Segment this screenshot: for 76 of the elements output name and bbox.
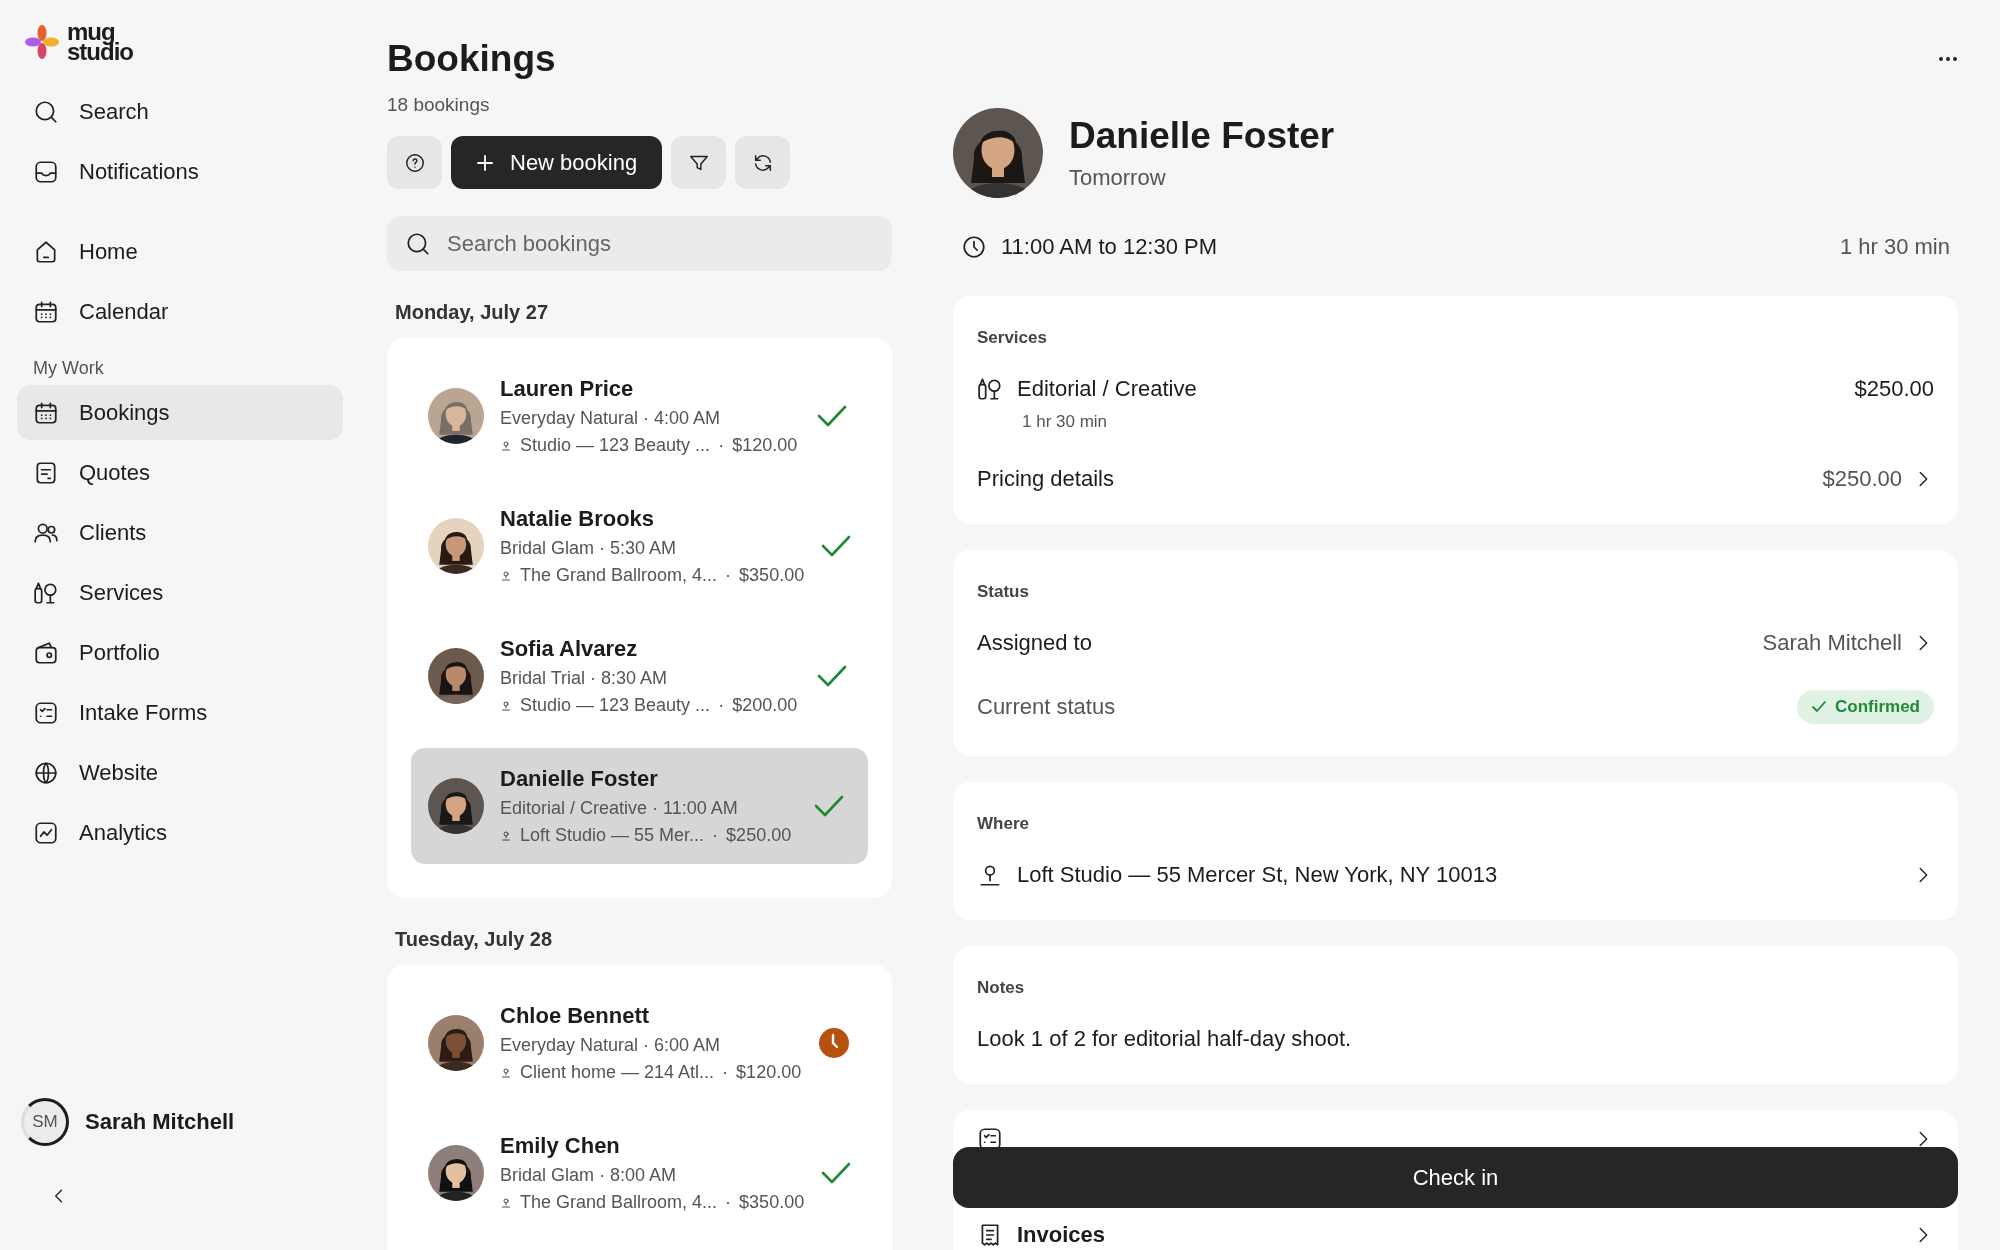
client-name: Natalie Brooks bbox=[500, 506, 656, 532]
invoices-row[interactable]: Invoices bbox=[977, 1222, 1934, 1248]
date-heading: Monday, July 27 bbox=[394, 300, 549, 325]
booking-row[interactable]: Natalie Brooks Bridal Glam · 5:30 AM The Grand Ballroom, 4... · $350.00 bbox=[411, 488, 868, 604]
search-field[interactable]: Search bookings bbox=[387, 216, 892, 271]
price-text: $120.00 bbox=[732, 435, 798, 456]
client-name: Emily Chen bbox=[500, 1133, 621, 1159]
assigned-row[interactable]: Assigned to Sarah Mitchell bbox=[977, 630, 1934, 656]
price-text: $200.00 bbox=[732, 695, 798, 716]
client-name: Lauren Price bbox=[500, 376, 635, 402]
price-text: $120.00 bbox=[736, 1062, 802, 1083]
location-text: Studio — 123 Beauty ... bbox=[520, 435, 711, 456]
service-time: Bridal Trial · 8:30 AM bbox=[500, 668, 669, 689]
price-text: $350.00 bbox=[739, 565, 805, 586]
card-heading: Status bbox=[977, 582, 1030, 602]
service-time: Everyday Natural · 6:00 AM bbox=[500, 1035, 722, 1056]
page-title: Bookings bbox=[387, 38, 557, 80]
separator-dot: · bbox=[722, 1062, 729, 1083]
current-status-label: Current status bbox=[977, 694, 1116, 720]
time-range: 11:00 AM to 12:30 PM bbox=[1001, 234, 1218, 260]
client-name: Danielle Foster bbox=[500, 766, 659, 792]
date-heading: Tuesday, July 28 bbox=[394, 927, 554, 952]
price-text: $350.00 bbox=[739, 1192, 805, 1213]
status-badge: Confirmed bbox=[1797, 690, 1934, 724]
sidebar-item[interactable]: Notifications bbox=[17, 144, 343, 199]
separator-dot: · bbox=[718, 435, 725, 456]
service-time: Everyday Natural · 4:00 AM bbox=[500, 408, 722, 429]
booking-row[interactable]: Chloe Bennett Everyday Natural · 6:00 AM Client home — 214 Atl... · $120.00 bbox=[411, 985, 868, 1101]
service-time: Bridal Glam · 5:30 AM bbox=[500, 538, 678, 559]
location-text: The Grand Ballroom, 4... bbox=[520, 1192, 718, 1213]
sidebar-item[interactable]: Portfolio bbox=[17, 625, 343, 680]
user-name: Sarah Mitchell bbox=[85, 1109, 235, 1135]
separator-dot: · bbox=[725, 1192, 732, 1213]
card-heading: Notes bbox=[977, 978, 1026, 998]
section-label: My Work bbox=[32, 357, 105, 380]
separator-dot: · bbox=[712, 825, 719, 846]
service-time: Bridal Glam · 8:00 AM bbox=[500, 1165, 678, 1186]
sidebar-item[interactable]: Calendar bbox=[17, 284, 343, 339]
location-text: Studio — 123 Beauty ... bbox=[520, 695, 711, 716]
sidebar-item[interactable]: Analytics bbox=[17, 805, 343, 860]
separator-dot: · bbox=[718, 695, 725, 716]
note-text: Look 1 of 2 for editorial half-day shoot. bbox=[977, 1026, 1353, 1052]
duration-text: 1 hr 30 min bbox=[1839, 234, 1950, 260]
sidebar-item[interactable]: Website bbox=[17, 745, 343, 800]
booking-row[interactable]: Danielle Foster Editorial / Creative · 11:00 AM Loft Studio — 55 Mer... · $250.00 bbox=[411, 748, 868, 864]
location-text: The Grand Ballroom, 4... bbox=[520, 565, 718, 586]
sidebar-item[interactable]: Search bbox=[17, 84, 343, 139]
service-time: Editorial / Creative · 11:00 AM bbox=[500, 798, 739, 819]
booking-count: 18 bookings bbox=[387, 94, 491, 116]
sidebar-item[interactable]: Intake Forms bbox=[17, 685, 343, 740]
booking-row[interactable]: Lauren Price Everyday Natural · 4:00 AM Studio — 123 Beauty ... · $120.00 bbox=[411, 358, 868, 474]
service-duration: 1 hr 30 min bbox=[1022, 412, 1109, 432]
service-price: $250.00 bbox=[1854, 376, 1934, 402]
client-name: Chloe Bennett bbox=[500, 1003, 651, 1029]
pricing-details-row[interactable]: Pricing details $250.00 bbox=[977, 466, 1934, 492]
sidebar-item[interactable]: Clients bbox=[17, 505, 343, 560]
booking-row[interactable]: Emily Chen Bridal Glam · 8:00 AM The Grand Ballroom, 4... · $350.00 bbox=[411, 1115, 868, 1231]
address-row[interactable]: Loft Studio — 55 Mercer St, New York, NY 10013 bbox=[977, 862, 1934, 888]
check-in-button[interactable]: Check in bbox=[953, 1147, 1958, 1208]
sidebar-item[interactable]: Home bbox=[17, 224, 343, 279]
location-text: Loft Studio — 55 Mer... bbox=[520, 825, 705, 846]
sidebar-item[interactable]: Quotes bbox=[17, 445, 343, 500]
booking-row[interactable]: Sofia Alvarez Bridal Trial · 8:30 AM Studio — 123 Beauty ... · $200.00 bbox=[411, 618, 868, 734]
client-name: Danielle Foster bbox=[1069, 115, 1335, 157]
sidebar-item[interactable]: Services bbox=[17, 565, 343, 620]
client-name: Sofia Alvarez bbox=[500, 636, 639, 662]
new-booking-button[interactable]: New booking bbox=[451, 136, 663, 189]
user-avatar[interactable]: SM bbox=[21, 1098, 69, 1146]
separator-dot: · bbox=[725, 565, 732, 586]
card-heading: Where bbox=[977, 814, 1030, 834]
card-heading: Services bbox=[977, 328, 1048, 348]
service-name: Editorial / Creative bbox=[1017, 376, 1197, 402]
sidebar-item[interactable]: Bookings bbox=[17, 385, 343, 440]
booking-day: Tomorrow bbox=[1069, 165, 1335, 191]
price-text: $250.00 bbox=[726, 825, 792, 846]
location-text: Client home — 214 Atl... bbox=[520, 1062, 715, 1083]
